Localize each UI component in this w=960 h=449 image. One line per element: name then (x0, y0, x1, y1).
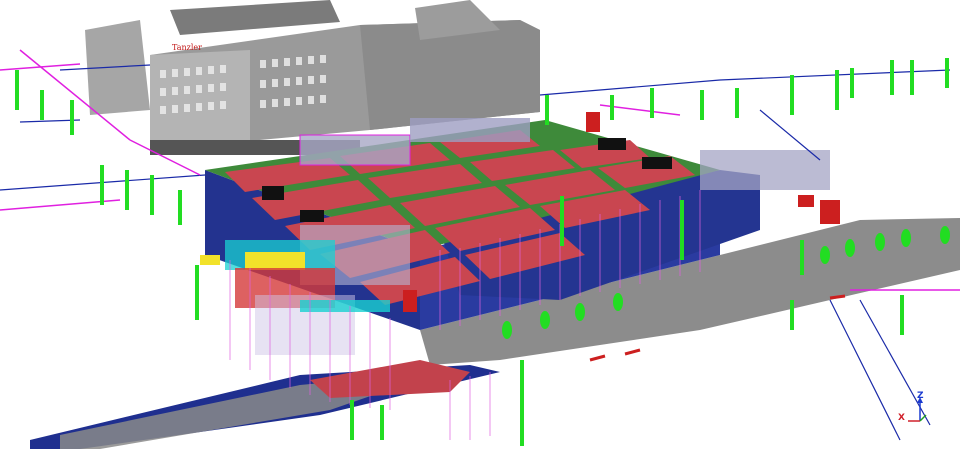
axis-x-label: X (898, 413, 905, 423)
axis-z-label: Z (917, 391, 924, 401)
building-sign: Tanzler (172, 43, 202, 52)
model-viewport[interactable]: Tanzler Z X (0, 0, 960, 449)
bim-3d-scene[interactable]: Tanzler (0, 0, 960, 449)
axis-triad: Z X (898, 391, 938, 429)
